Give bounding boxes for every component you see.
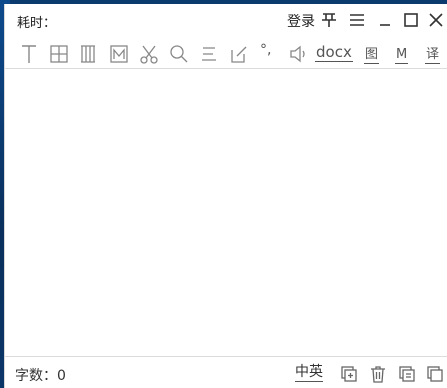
markdown-button[interactable]: M bbox=[395, 46, 409, 64]
status-divider bbox=[5, 356, 447, 357]
copy-icon[interactable] bbox=[397, 364, 417, 384]
word-count: 字数：0 bbox=[15, 368, 66, 384]
pin-icon[interactable] bbox=[319, 10, 339, 30]
title-bar[interactable]: 耗时： 登录 bbox=[5, 4, 447, 36]
docx-button[interactable]: docx bbox=[315, 44, 353, 62]
language-toggle[interactable]: 中英 bbox=[295, 364, 323, 382]
maximize-icon[interactable] bbox=[401, 10, 421, 30]
close-icon[interactable] bbox=[426, 10, 446, 30]
login-button[interactable]: 登录 bbox=[287, 11, 315, 31]
elapsed-time-label: 耗时： bbox=[17, 16, 57, 31]
text-format-icon[interactable] bbox=[17, 42, 41, 66]
ocr-window: 耗时： 登录 °, docx 图 M 译 字数：0 中英 bbox=[4, 4, 447, 388]
duplicate-icon[interactable] bbox=[425, 364, 445, 384]
scissors-icon[interactable] bbox=[137, 42, 161, 66]
new-copy-icon[interactable] bbox=[339, 364, 359, 384]
punctuation-button[interactable]: °, bbox=[259, 42, 272, 59]
speaker-icon[interactable] bbox=[287, 42, 311, 66]
menu-icon[interactable] bbox=[347, 10, 367, 30]
markdown-box-icon[interactable] bbox=[107, 42, 131, 66]
image-button[interactable]: 图 bbox=[364, 46, 380, 64]
toolbar-divider bbox=[5, 68, 447, 69]
toolbar: °, docx 图 M 译 bbox=[5, 40, 447, 68]
edit-icon[interactable] bbox=[227, 42, 251, 66]
text-editor[interactable] bbox=[9, 70, 447, 358]
trash-icon[interactable] bbox=[368, 364, 388, 384]
status-bar: 字数：0 中英 bbox=[5, 358, 447, 388]
columns-icon[interactable] bbox=[77, 42, 101, 66]
minimize-icon[interactable] bbox=[375, 10, 395, 30]
table-icon[interactable] bbox=[47, 42, 71, 66]
translate-button[interactable]: 译 bbox=[425, 46, 441, 64]
align-icon[interactable] bbox=[197, 42, 221, 66]
search-icon[interactable] bbox=[167, 42, 191, 66]
